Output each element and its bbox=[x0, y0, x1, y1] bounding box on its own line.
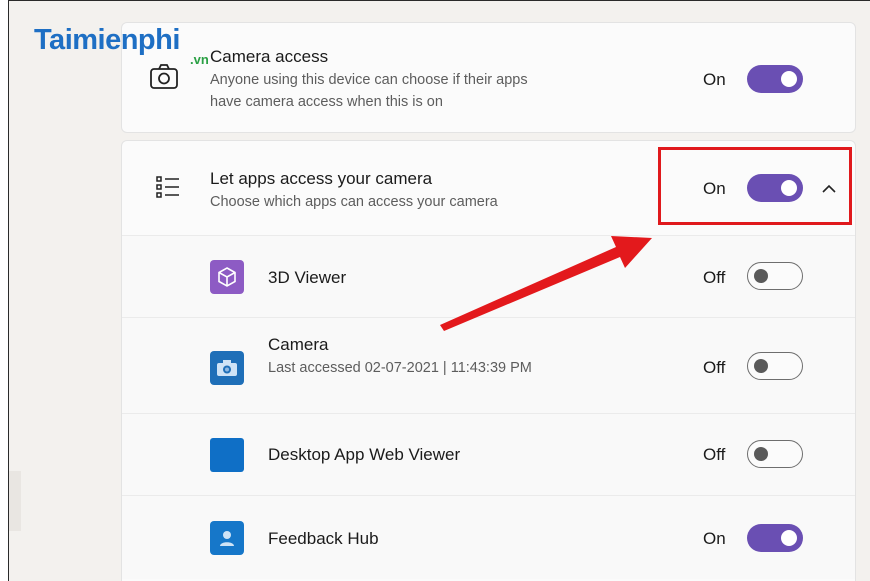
app-toggle-desktop-app-web-viewer[interactable] bbox=[747, 440, 803, 468]
app-state: On bbox=[703, 529, 726, 548]
app-name: 3D Viewer bbox=[268, 268, 347, 287]
app-toggle-camera[interactable] bbox=[747, 352, 803, 380]
app-row-3d-viewer: 3D Viewer Off bbox=[122, 235, 855, 317]
camera-icon bbox=[148, 61, 180, 97]
camera-access-card: Camera access Anyone using this device c… bbox=[121, 22, 856, 133]
app-name: Desktop App Web Viewer bbox=[268, 445, 461, 464]
let-apps-title: Let apps access your camera bbox=[210, 169, 433, 188]
camera-app-icon bbox=[210, 351, 244, 385]
feedback-icon bbox=[210, 521, 244, 555]
cube-icon bbox=[210, 260, 244, 294]
watermark-logo: Taimienphi bbox=[34, 24, 180, 56]
camera-access-title: Camera access bbox=[210, 47, 329, 66]
app-row-camera: Camera Last accessed 02-07-2021 | 11:43:… bbox=[122, 317, 855, 413]
app-last-accessed: Last accessed 02-07-2021 | 11:43:39 PM bbox=[268, 360, 532, 376]
app-row-desktop-app-web-viewer: Desktop App Web Viewer Off bbox=[122, 413, 855, 495]
app-name: Camera bbox=[268, 335, 329, 354]
square-app-icon bbox=[210, 438, 244, 472]
app-state: Off bbox=[703, 358, 726, 377]
camera-access-state: On bbox=[703, 70, 726, 89]
list-icon bbox=[154, 173, 182, 205]
highlight-box bbox=[658, 147, 852, 225]
app-state: Off bbox=[703, 268, 726, 287]
window-edge-shade bbox=[9, 471, 21, 531]
watermark-logo-suffix: .vn bbox=[190, 52, 209, 67]
camera-access-description: Anyone using this device can choose if t… bbox=[210, 72, 528, 110]
app-name: Feedback Hub bbox=[268, 529, 379, 548]
app-toggle-3d-viewer[interactable] bbox=[747, 262, 803, 290]
app-toggle-feedback-hub[interactable] bbox=[747, 524, 803, 552]
camera-access-toggle[interactable] bbox=[747, 65, 803, 93]
let-apps-description: Choose which apps can access your camera bbox=[210, 194, 498, 210]
app-row-feedback-hub: Feedback Hub On bbox=[122, 495, 855, 579]
app-state: Off bbox=[703, 445, 726, 464]
